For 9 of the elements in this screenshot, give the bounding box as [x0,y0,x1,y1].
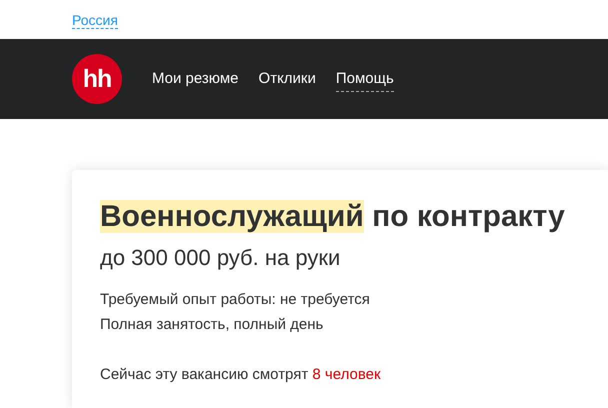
vacancy-title: Военнослужащий по контракту [100,199,566,235]
salary-text: до 300 000 руб. на руки [100,244,342,272]
nav-link[interactable]: Отклики [258,66,316,92]
logo[interactable]: hh [72,54,122,104]
experience-text: Требуемый опыт работы: не требуется [100,290,371,310]
nav-link[interactable]: Мои резюме [152,66,239,92]
viewers-text: Сейчас эту вакансию смотрят 8 человек [100,365,382,385]
nav-link[interactable]: Помощь [336,66,394,92]
employment-text: Полная занятость, полный день [100,315,324,335]
